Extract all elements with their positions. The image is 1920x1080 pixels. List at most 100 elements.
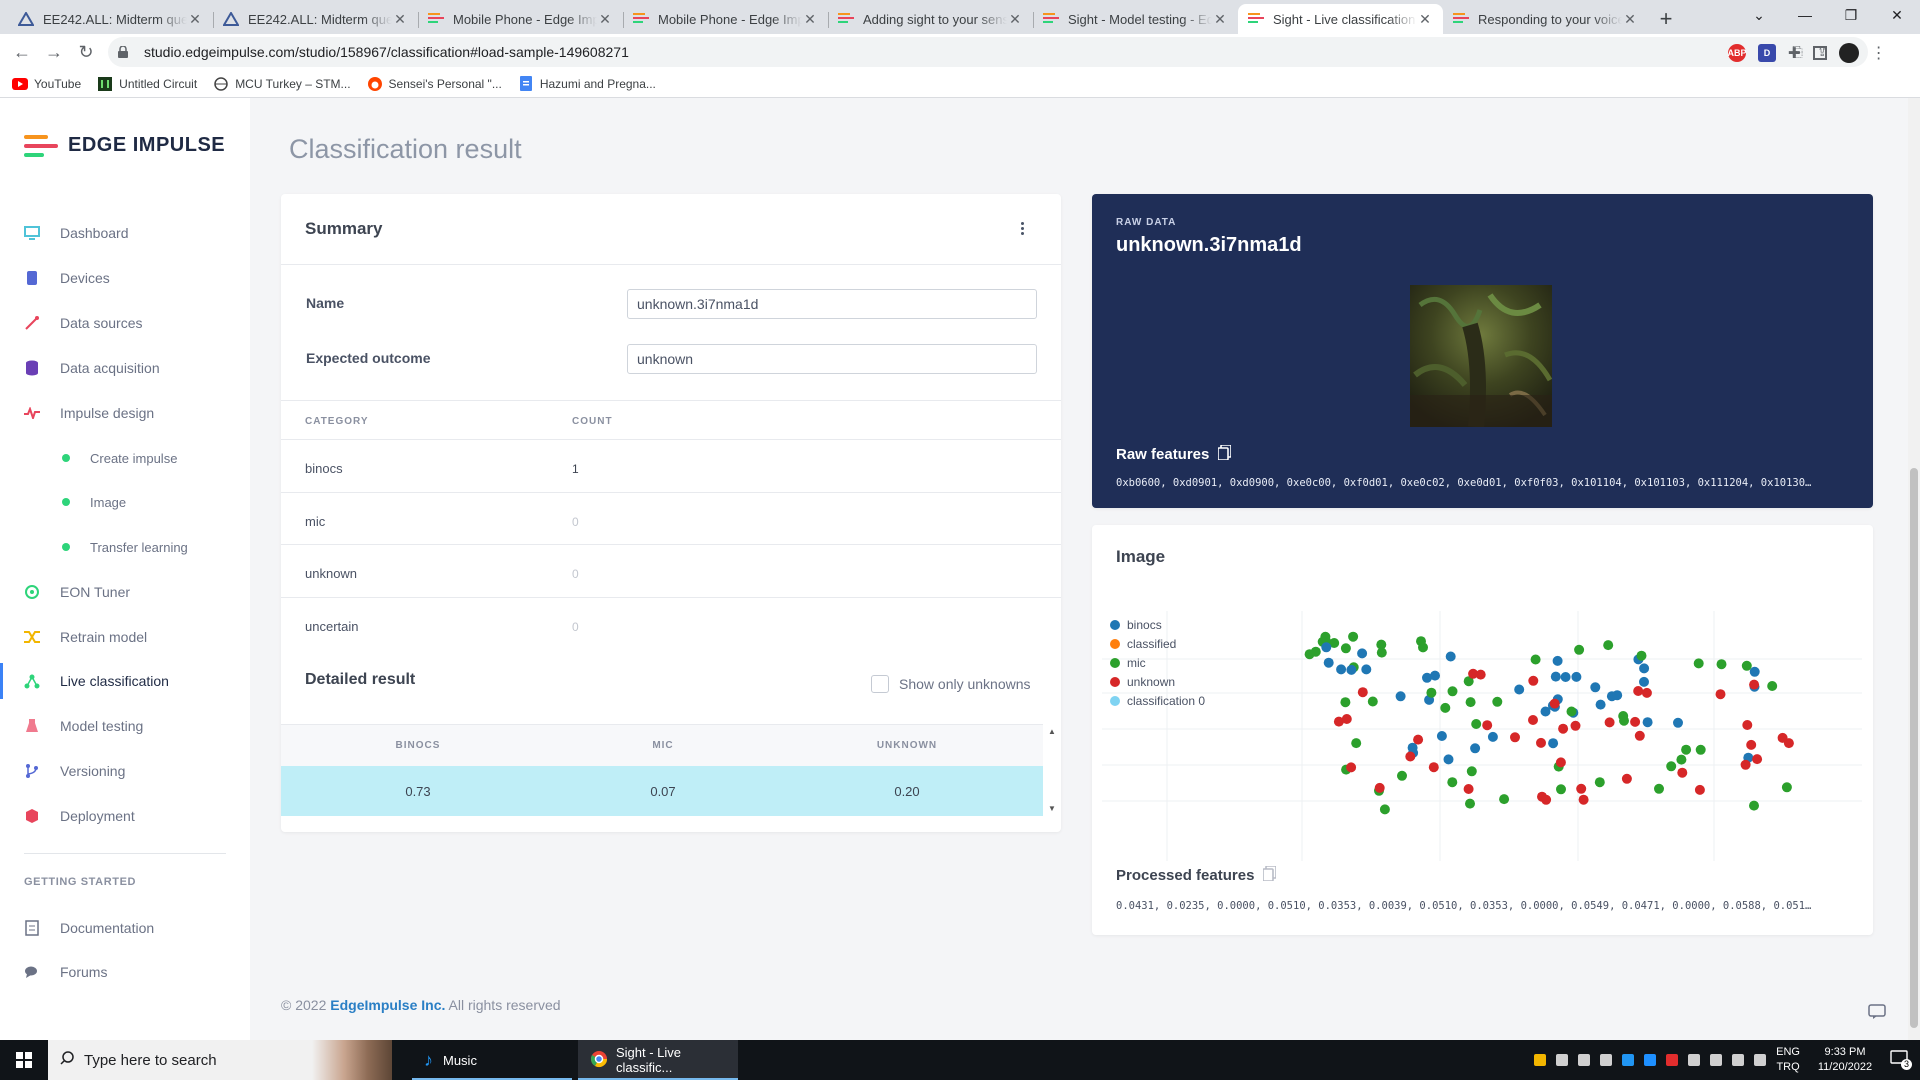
taskbar-app-music[interactable]: ♪ Music [412,1040,572,1080]
scatter-point[interactable] [1693,658,1704,669]
scatter-point[interactable] [1549,698,1560,709]
scatter-point[interactable] [1749,800,1759,811]
legend-label[interactable]: binocs [1127,618,1162,632]
shield-icon[interactable] [1534,1054,1547,1066]
scatter-point[interactable] [1777,732,1788,743]
scatter-point[interactable] [1397,770,1407,781]
forward-icon[interactable]: → [38,36,70,68]
scatter-point[interactable] [1604,717,1615,728]
scatter-point[interactable] [1310,646,1321,657]
discord-icon[interactable] [1556,1054,1569,1066]
window-close-icon[interactable]: ✕ [1874,0,1920,30]
scatter-point[interactable] [1530,654,1541,665]
scatter-point[interactable] [1676,754,1687,765]
legend-label[interactable]: classified [1127,637,1176,651]
minimize-icon[interactable]: — [1782,0,1828,30]
scatter-point[interactable] [1471,719,1482,729]
sidebar-item-forums[interactable]: Forums [0,954,250,990]
scatter-point[interactable] [1357,648,1368,659]
copy-icon[interactable] [1262,865,1278,885]
footer-brand-link[interactable]: EdgeImpulse Inc. [330,997,445,1013]
restore-icon[interactable]: ❐ [1828,0,1874,30]
scatter-point[interactable] [1749,666,1760,677]
scatter-point[interactable] [1436,731,1447,741]
scatter-point[interactable] [1715,689,1726,700]
scatter-point[interactable] [1367,696,1378,707]
sidebar-item-documentation[interactable]: Documentation [0,910,250,946]
sidebar-item-dashboard[interactable]: Dashboard [0,215,250,251]
sidebar-item-devices[interactable]: Devices [0,260,250,296]
scatter-point[interactable] [1470,743,1481,754]
close-icon[interactable]: ✕ [597,11,613,28]
scatter-point[interactable] [1528,715,1538,725]
more-options-icon[interactable] [1021,222,1025,235]
display-icon[interactable] [1600,1054,1613,1066]
menu-kebab-icon[interactable]: ⋮ [1871,43,1887,63]
scatter-point[interactable] [1321,642,1332,653]
scatter-point[interactable] [1466,766,1477,777]
legend-label[interactable]: unknown [1127,675,1175,689]
sidebar-item-transfer-learning[interactable]: Transfer learning [0,529,250,565]
show-unknowns-checkbox[interactable] [871,675,889,693]
scatter-point[interactable] [1482,720,1493,731]
sidebar-item-data-acquisition[interactable]: Data acquisition [0,350,250,386]
bookmark-item[interactable]: Sensei's Personal "... [367,76,502,92]
scatter-point[interactable] [1560,672,1571,682]
scatter-point[interactable] [1333,716,1344,727]
scatter-point[interactable] [1571,671,1582,682]
browser-tab[interactable]: Mobile Phone - Edge Impulse ✕ [623,4,828,34]
scatter-point[interactable] [1741,660,1752,671]
sidebar-item-data-sources[interactable]: Data sources [0,305,250,341]
scatter-point[interactable] [1752,754,1763,765]
scatter-point[interactable] [1445,651,1456,662]
taskbar-app-chrome[interactable]: Sight - Live classific... [578,1040,738,1080]
scatter-point[interactable] [1336,664,1347,675]
scatter-point[interactable] [1639,663,1650,674]
feedback-chat-icon[interactable] [1868,1004,1886,1025]
scatter-point[interactable] [1405,751,1416,762]
scatter-point[interactable] [1603,640,1614,651]
close-icon[interactable]: ✕ [802,11,818,28]
scatter-point[interactable] [1346,664,1357,675]
scatter-point[interactable] [1578,794,1589,805]
scatter-point[interactable] [1548,738,1559,749]
page-scrollbar[interactable] [1908,98,1920,1040]
scatter-point[interactable] [1428,762,1439,773]
expected-outcome-field[interactable]: unknown [627,344,1037,374]
scatter-point[interactable] [1465,697,1476,708]
scatter-point[interactable] [1379,804,1390,815]
bluetooth-icon[interactable] [1622,1054,1635,1066]
browser-tab[interactable]: Mobile Phone - Edge Impulse ✕ [418,4,623,34]
tab-search-icon[interactable]: ⌄ [1736,0,1782,30]
scatter-point[interactable] [1767,681,1778,691]
scrollbar-thumb[interactable] [1910,468,1918,1028]
scatter-point[interactable] [1555,757,1566,768]
result-scrollbar[interactable]: ▲ ▼ [1045,724,1059,816]
scatter-point[interactable] [1681,744,1692,755]
scatter-point[interactable] [1749,679,1760,690]
sidebar-item-impulse-design[interactable]: Impulse design [0,395,250,431]
close-icon[interactable]: ✕ [1007,11,1023,28]
bookmark-item[interactable]: Untitled Circuit [97,76,197,92]
scatter-point[interactable] [1716,659,1727,670]
scatter-point[interactable] [1440,702,1451,713]
legend-label[interactable]: mic [1127,656,1146,670]
puzzle-icon[interactable]: ✚ [1788,44,1801,62]
scatter-point[interactable] [1376,647,1387,658]
close-icon[interactable]: ✕ [392,11,408,28]
scatter-point[interactable] [1695,744,1706,755]
scatter-point[interactable] [1536,737,1546,748]
scatter-point[interactable] [1590,682,1601,693]
scatter-point[interactable] [1541,794,1552,805]
scatter-point[interactable] [1639,676,1649,687]
scatter-point[interactable] [1426,687,1437,698]
close-icon[interactable]: ✕ [187,11,203,28]
sidebar-item-image[interactable]: Image [0,484,250,520]
scatter-point[interactable] [1357,687,1368,698]
clock[interactable]: 9:33 PM 11/20/2022 [1810,1045,1880,1075]
scatter-point[interactable] [1499,794,1510,805]
scatter-point[interactable] [1673,717,1683,728]
sidebar-item-retrain-model[interactable]: Retrain model [0,619,250,655]
scatter-point[interactable] [1666,761,1677,772]
scatter-point[interactable] [1447,686,1458,697]
